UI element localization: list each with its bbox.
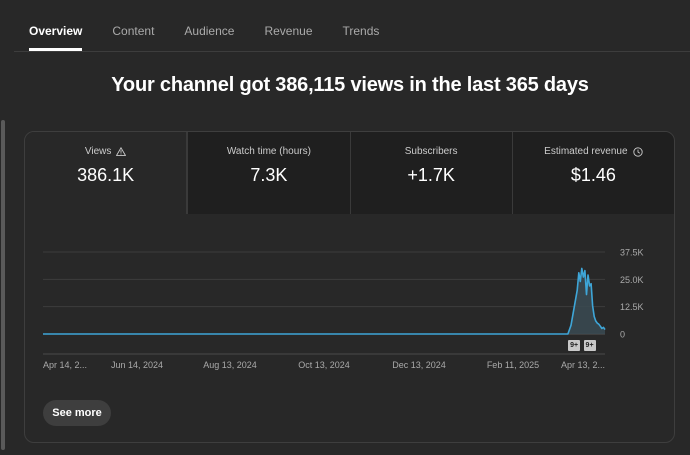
x-tick-label: Dec 13, 2024 bbox=[392, 360, 446, 370]
metric-views-value: 386.1K bbox=[77, 165, 135, 185]
page-headline: Your channel got 386,115 views in the la… bbox=[111, 74, 589, 96]
tab-bar: Overview Content Audience Revenue Trends bbox=[14, 0, 690, 52]
metric-revenue[interactable]: Estimated revenue $1.46 bbox=[511, 132, 674, 214]
metric-revenue-header: Estimated revenue bbox=[544, 146, 643, 157]
metric-tiles: Views 386.1K Watch time (hours) 7.3K Sub… bbox=[25, 132, 674, 214]
metric-views-header: Views bbox=[85, 146, 127, 157]
y-tick-label: 0 bbox=[620, 330, 625, 340]
warning-icon[interactable] bbox=[116, 147, 127, 156]
analytics-card: Views 386.1K Watch time (hours) 7.3K Sub… bbox=[24, 131, 675, 443]
series-area bbox=[43, 268, 605, 334]
metric-watch-time[interactable]: Watch time (hours) 7.3K bbox=[187, 132, 350, 214]
views-chart-svg: 37.5K 25.0K 12.5K 0 Apr 14, 2... Jun 14, 2024… bbox=[43, 248, 644, 370]
views-chart: 37.5K 25.0K 12.5K 0 Apr 14, 2... Jun 14, 2024… bbox=[25, 214, 674, 442]
see-more-button[interactable]: See more bbox=[43, 400, 111, 426]
tab-trends[interactable]: Trends bbox=[328, 11, 395, 51]
annotation-marker[interactable]: 9+ bbox=[583, 340, 596, 351]
annotation-marker[interactable]: 9+ bbox=[568, 340, 581, 351]
metric-subscribers-value: +1.7K bbox=[407, 165, 455, 185]
tab-revenue[interactable]: Revenue bbox=[249, 11, 327, 51]
metric-views[interactable]: Views 386.1K bbox=[25, 132, 188, 214]
scrollbar-track[interactable] bbox=[0, 0, 6, 455]
tab-overview[interactable]: Overview bbox=[14, 11, 97, 51]
metric-watch-time-value: 7.3K bbox=[250, 165, 288, 185]
y-tick-label: 25.0K bbox=[620, 275, 644, 285]
y-tick-label: 12.5K bbox=[620, 302, 644, 312]
series-line bbox=[43, 267, 606, 335]
x-tick-label: Aug 13, 2024 bbox=[203, 360, 257, 370]
metric-subscribers[interactable]: Subscribers +1.7K bbox=[349, 132, 512, 214]
metric-subscribers-label: Subscribers bbox=[404, 146, 458, 157]
metric-revenue-label: Estimated revenue bbox=[544, 146, 628, 157]
x-tick-label: Oct 13, 2024 bbox=[298, 360, 350, 370]
clock-icon[interactable] bbox=[632, 146, 643, 157]
tab-audience[interactable]: Audience bbox=[169, 11, 249, 51]
x-tick-label: Feb 11, 2025 bbox=[487, 360, 539, 370]
scrollbar-thumb[interactable] bbox=[1, 120, 5, 450]
x-tick-label: Apr 14, 2... bbox=[43, 360, 87, 370]
metric-watch-time-label: Watch time (hours) bbox=[226, 146, 311, 157]
tab-content[interactable]: Content bbox=[97, 11, 169, 51]
metric-views-label: Views bbox=[84, 146, 112, 157]
metric-revenue-value: $1.46 bbox=[570, 165, 616, 185]
y-tick-label: 37.5K bbox=[620, 248, 644, 258]
x-tick-label: Jun 14, 2024 bbox=[111, 360, 163, 370]
x-tick-label: Apr 13, 2... bbox=[561, 360, 605, 370]
